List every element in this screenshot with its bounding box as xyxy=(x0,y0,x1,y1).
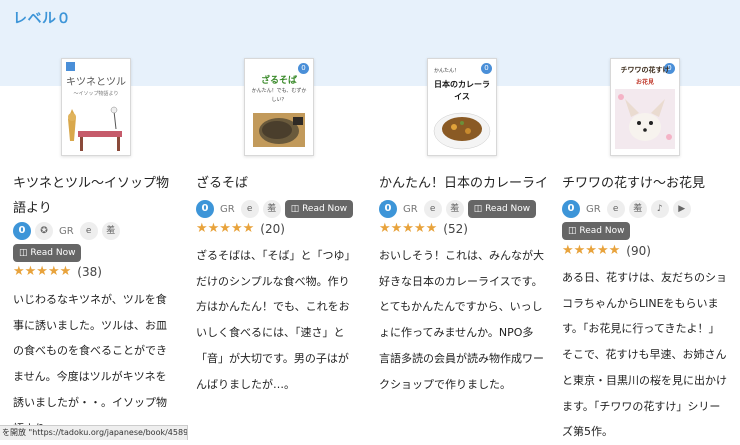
book-badges: 0 GR e 羞 ◫ Read Now xyxy=(196,199,354,219)
rating: ★★★★★ (90) xyxy=(562,243,651,258)
level-badge: 0 xyxy=(13,222,31,240)
review-count: (52) xyxy=(443,221,468,236)
book-badges: 0 ✪ GR e 羞 xyxy=(13,221,120,241)
book-title[interactable]: キツネとツル～イソップ物語より xyxy=(13,171,178,221)
read-now-button[interactable]: ◫ Read Now xyxy=(13,244,82,262)
e-tag: e xyxy=(423,200,442,218)
gr-tag: GR xyxy=(403,203,418,215)
rubi-tag: 羞 xyxy=(262,200,281,218)
read-now-button[interactable]: ◫ Read Now xyxy=(284,200,354,218)
cover-title: チワワの花すけ xyxy=(620,66,670,74)
read-now-button[interactable]: ◫ Read Now xyxy=(562,222,631,240)
book-description: おいしそう！これは、みんなが大好きな日本のカレーライスです。とてもかんたんですか… xyxy=(379,249,544,391)
book-badges: 0 GR e 羞 ◫ Read Now xyxy=(379,199,537,219)
read-now-label: Read Now xyxy=(30,248,76,258)
book-icon: ◫ xyxy=(290,204,303,214)
book-cover[interactable]: 0 かんたん！ 日本のカレーライス xyxy=(427,58,497,156)
soba-photo xyxy=(253,113,305,147)
cover-subtitle: ～イソップ物語より xyxy=(73,91,119,97)
rubi-tag: 羞 xyxy=(445,200,464,218)
award-icon: ✪ xyxy=(35,222,53,240)
book-icon: ◫ xyxy=(568,226,580,236)
book-cover[interactable]: キツネとツル ～イソップ物語より xyxy=(61,58,131,156)
cover-subtitle: お花見 xyxy=(635,79,654,86)
chihuahua-photo xyxy=(615,89,675,149)
e-tag: e xyxy=(79,222,98,240)
e-tag: e xyxy=(240,200,259,218)
review-count: (20) xyxy=(260,221,285,236)
video-icon: ▶ xyxy=(672,200,691,218)
audio-icon: ♪ xyxy=(650,200,669,218)
star-rating-icon: ★★★★★ xyxy=(379,221,438,236)
book-description: ざるそばは、「そば」と「つゆ」だけのシンプルな食べ物。作り方はかんたん！でも、こ… xyxy=(196,249,356,391)
read-now-button[interactable]: ◫ Read Now xyxy=(467,200,537,218)
cover-title: ざるそば xyxy=(260,76,297,86)
rubi-tag: 羞 xyxy=(628,200,647,218)
book-cover[interactable]: 0 チワワの花すけ お花見 xyxy=(610,58,680,156)
book-title[interactable]: ざるそば xyxy=(196,171,361,196)
book-title[interactable]: チワワの花すけ～お花見 xyxy=(562,171,732,196)
level-badge: 0 xyxy=(196,200,214,218)
gr-tag: GR xyxy=(586,203,601,215)
book-badges: 0 GR e 羞 ♪ ▶ xyxy=(562,199,691,219)
curry-photo xyxy=(433,112,491,150)
read-now-label: Read Now xyxy=(485,204,531,214)
cover-title: キツネとツル xyxy=(66,77,126,88)
rating: ★★★★★ (38) xyxy=(13,264,102,279)
cover-title: 日本のカレーライス xyxy=(434,80,490,101)
book-cover[interactable]: 0 ざるそば かんたん！でも、むずかしい？ xyxy=(244,58,314,156)
book-description: いじわるなキツネが、ツルを食事に誘いました。ツルは、お皿の食べものを食べることが… xyxy=(13,293,167,435)
rating: ★★★★★ (52) xyxy=(379,221,468,236)
fox-crane-illustration xyxy=(68,106,122,151)
e-tag: e xyxy=(606,200,625,218)
book-icon: ◫ xyxy=(19,248,31,258)
rating: ★★★★★ (20) xyxy=(196,221,285,236)
book-icon: ◫ xyxy=(473,204,486,214)
star-rating-icon: ★★★★★ xyxy=(196,221,255,236)
read-now-label: Read Now xyxy=(302,204,348,214)
star-rating-icon: ★★★★★ xyxy=(562,243,621,258)
rubi-tag: 羞 xyxy=(101,222,120,240)
status-bar: を開放 "https://tadoku.org/japanese/book/45… xyxy=(0,425,188,440)
cover-subtitle: かんたん！ xyxy=(434,68,460,74)
gr-tag: GR xyxy=(220,203,235,215)
section-title: レベル０ xyxy=(13,11,71,27)
read-now-label: Read Now xyxy=(579,226,625,236)
cover-subtitle: かんたん！でも、むずかしい？ xyxy=(251,88,307,103)
read-now-row: ◫ Read Now xyxy=(562,221,631,241)
book-description: ある日、花すけは、友だちのショコラちゃんからLINEをもらいます。「お花見に行っ… xyxy=(562,271,727,439)
gr-tag: GR xyxy=(59,225,74,237)
level-badge: 0 xyxy=(379,200,397,218)
level-marker-icon xyxy=(66,62,75,71)
star-rating-icon: ★★★★★ xyxy=(13,264,72,279)
read-now-row: ◫ Read Now xyxy=(13,243,82,263)
level-badge: 0 xyxy=(562,200,580,218)
review-count: (90) xyxy=(626,243,651,258)
review-count: (38) xyxy=(77,264,102,279)
